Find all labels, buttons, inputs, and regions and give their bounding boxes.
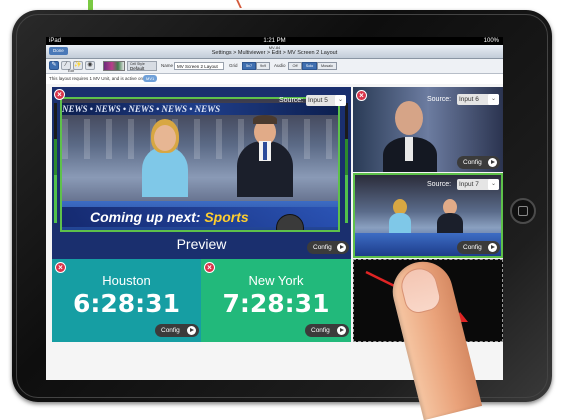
audio-option-mosaic[interactable]: Mosaic (317, 62, 337, 70)
preview-close-icon[interactable]: × (54, 89, 65, 100)
battery-label: 100% (483, 38, 499, 44)
chevron-down-icon: ⌄ (488, 179, 499, 190)
fingernail (397, 264, 444, 316)
layout-info-text: This layout requires 1 MV Unit, and is a… (49, 76, 145, 81)
audio-label: Audio (274, 63, 286, 68)
audio-meter-right (345, 103, 348, 223)
preview-video-frame: NEWS • NEWS • NEWS • NEWS • NEWS Coming … (60, 97, 340, 232)
newyork-close-icon[interactable]: × (204, 262, 215, 273)
brush-button[interactable]: ✨ (73, 61, 83, 70)
cell-style-swatch[interactable] (103, 61, 125, 71)
news-banner: NEWS • NEWS • NEWS • NEWS • NEWS (62, 103, 338, 115)
chevron-down-icon: ⌄ (335, 95, 346, 106)
news-anchor-woman (142, 119, 188, 197)
audio-option-off[interactable]: Off (288, 62, 302, 70)
play-arrow-icon (337, 326, 346, 335)
annotation-tick (226, 0, 242, 8)
houston-time: 6:28:31 (73, 289, 180, 318)
grid-option-5x7[interactable]: 5x7 (242, 62, 256, 70)
layout-name-field[interactable]: MV Screen 2 Layout (174, 62, 224, 70)
play-arrow-icon (337, 243, 346, 252)
edit-pencil-button[interactable]: ✎ (49, 61, 59, 70)
preview-source-label: Source: (279, 97, 304, 104)
input6-tile[interactable]: × Source: Input 6 ⌄ Config (353, 87, 503, 172)
news-anchor-man (237, 115, 293, 197)
play-arrow-icon (488, 243, 497, 252)
pencil-icon: ✎ (51, 62, 57, 68)
audio-meter-left (54, 103, 57, 223)
lower-third-text: Coming up next: Sports (90, 209, 249, 225)
eye-icon: ◉ (87, 62, 93, 68)
input7-config-button[interactable]: Config (457, 241, 500, 254)
houston-config-button[interactable]: Config (155, 324, 199, 337)
houston-clock-tile[interactable]: × Houston 6:28:31 Config (52, 259, 201, 342)
preview-source-select[interactable]: Input 5 ⌄ (306, 95, 346, 106)
input6-source-label: Source: (427, 96, 452, 103)
eyedropper-icon: ⁄ (65, 62, 67, 68)
chevron-down-icon: ⌄ (488, 94, 499, 105)
status-bar: iPad 1:21 PM 100% (46, 37, 503, 45)
input6-close-icon[interactable]: × (356, 90, 367, 101)
newyork-label: New York (248, 273, 304, 288)
cell-style-selector[interactable]: Cell Style Default (127, 61, 157, 71)
name-label: Name (161, 63, 174, 68)
input6-source-select[interactable]: Input 6 ⌄ (457, 94, 499, 105)
input7-source-label: Source: (427, 181, 452, 188)
grid-option-9x9[interactable]: 9x9 (256, 62, 270, 70)
audio-option-solo[interactable]: Solo (302, 62, 317, 70)
preview-label: Preview (176, 236, 227, 252)
view-button[interactable]: ◉ (85, 61, 95, 70)
cell-style-value: Default (130, 66, 145, 71)
presenter-head (395, 101, 423, 135)
layout-info-bar: This layout requires 1 MV Unit, and is a… (46, 74, 503, 83)
status-time: 1:21 PM (263, 38, 286, 44)
home-button[interactable] (510, 198, 536, 224)
houston-label: Houston (102, 273, 151, 288)
preview-config-button[interactable]: Config (307, 241, 349, 254)
play-arrow-icon (187, 326, 196, 335)
layout-toolbar: ✎ ⁄ ✨ ◉ Edit Cell Style Default Name MV … (46, 59, 503, 74)
newyork-time: 7:28:31 (222, 289, 330, 318)
input6-config-button[interactable]: Config (457, 156, 500, 169)
play-arrow-icon (488, 158, 497, 167)
grid-label: Grid (229, 63, 238, 68)
brush-icon: ✨ (74, 62, 82, 68)
newyork-clock-tile[interactable]: × New York 7:28:31 Config (201, 259, 351, 342)
input7-tile[interactable]: Source: Input 7 ⌄ Config (353, 173, 503, 258)
input7-source-select[interactable]: Input 7 ⌄ (457, 179, 499, 190)
studio-background (62, 119, 338, 159)
newyork-config-button[interactable]: Config (305, 324, 349, 337)
preview-tile[interactable]: NEWS • NEWS • NEWS • NEWS • NEWS Coming … (52, 87, 351, 259)
edit-label: Edit (68, 69, 75, 73)
active-unit-badge[interactable]: MV1 (143, 75, 158, 82)
houston-close-icon[interactable]: × (55, 262, 66, 273)
navigation-bar: Done MV-84 Settings > Multiviewer > Edit… (46, 45, 503, 59)
page-title: Settings > Multiviewer > Edit > MV Scree… (211, 50, 338, 56)
